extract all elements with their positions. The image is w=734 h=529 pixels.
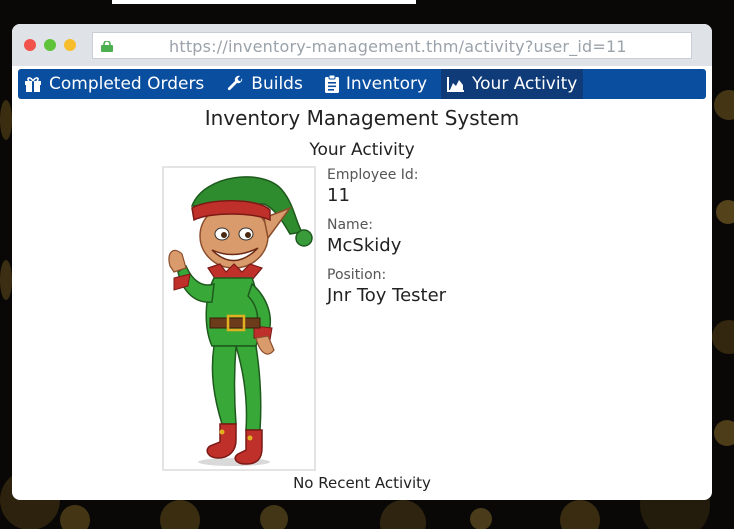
page-content: Inventory Management System Your Activit… (12, 100, 712, 500)
employee-name-value: McSkidy (327, 235, 402, 256)
lock-icon (101, 41, 113, 52)
main-nav: Completed Orders Builds Inventory Your A… (18, 69, 706, 99)
url-text: https://inventory-management.thm/activit… (169, 37, 627, 56)
nav-completed-orders[interactable]: Completed Orders (18, 69, 210, 99)
browser-window: https://inventory-management.thm/activit… (12, 24, 712, 500)
address-bar[interactable]: https://inventory-management.thm/activit… (92, 32, 692, 59)
chart-area-icon (447, 77, 465, 92)
nav-label: Your Activity (472, 74, 578, 94)
nav-label: Completed Orders (49, 74, 205, 94)
wrench-icon (228, 75, 243, 91)
employee-name-label: Name: (327, 217, 374, 233)
minimize-window-button[interactable] (44, 39, 56, 51)
nav-label: Builds (251, 74, 303, 94)
close-window-button[interactable] (24, 39, 36, 51)
clipboard-icon (324, 75, 339, 93)
nav-builds[interactable]: Builds (220, 69, 309, 99)
employee-id-value: 11 (327, 185, 350, 206)
activity-message: No Recent Activity (293, 474, 431, 492)
page-title: Inventory Management System (204, 106, 520, 130)
gift-icon (25, 77, 41, 92)
elf-illustration (168, 176, 313, 466)
zoom-window-button[interactable] (64, 39, 76, 51)
browser-chrome: https://inventory-management.thm/activit… (12, 24, 712, 66)
nav-your-activity[interactable]: Your Activity (441, 69, 584, 99)
employee-photo (162, 166, 316, 471)
employee-position-value: Jnr Toy Tester (327, 285, 447, 306)
employee-position-label: Position: (327, 267, 387, 283)
nav-label: Inventory (345, 74, 428, 94)
top-strip (112, 0, 416, 4)
section-title: Your Activity (309, 140, 415, 160)
nav-inventory[interactable]: Inventory (319, 69, 433, 99)
employee-id-label: Employee Id: (327, 167, 419, 183)
employee-info: Employee Id: 11 Name: McSkidy Position: … (327, 166, 446, 316)
